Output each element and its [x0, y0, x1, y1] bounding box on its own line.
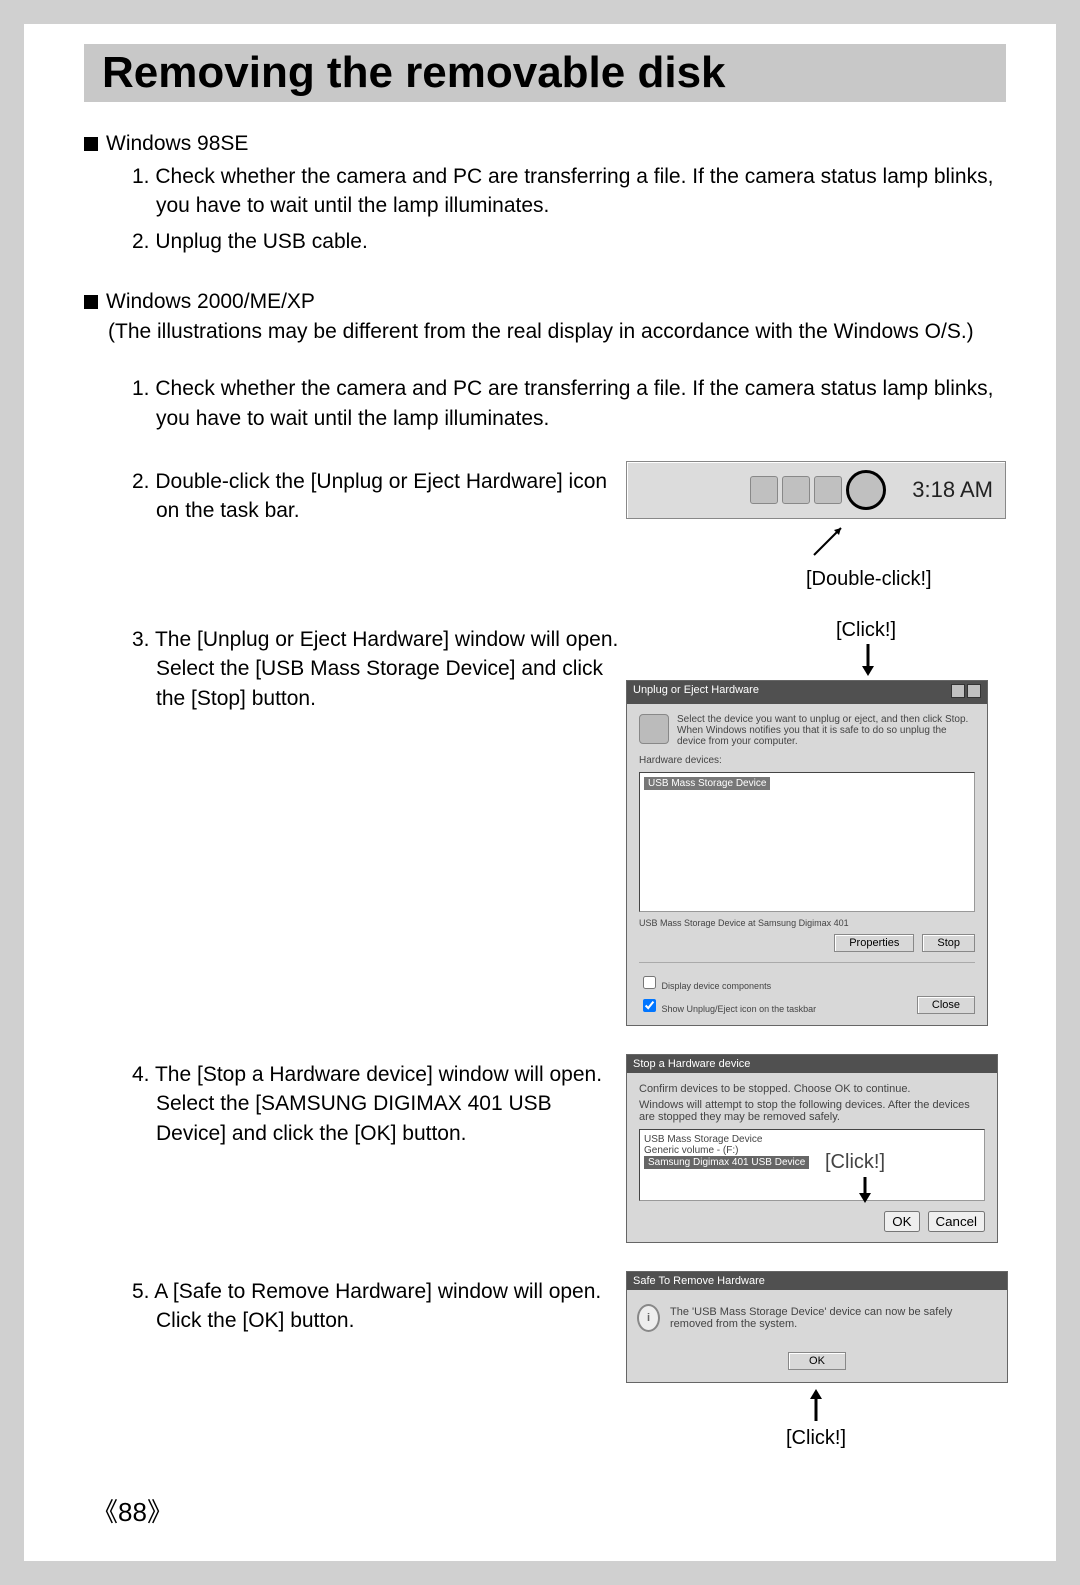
stop-button[interactable]: Stop: [922, 934, 975, 952]
display-icon: [814, 476, 842, 504]
eject-hardware-icon[interactable]: [846, 470, 886, 510]
help-icon[interactable]: [951, 684, 965, 698]
info-icon: i: [637, 1304, 660, 1332]
taskbar-screenshot: 3:18 AM: [626, 461, 1006, 519]
hardware-icon: [639, 714, 669, 744]
properties-button[interactable]: Properties: [834, 934, 914, 952]
w2000-step-4: 4. The [Stop a Hardware device] window w…: [132, 1060, 626, 1148]
taskbar-clock: 3:18 AM: [912, 477, 993, 503]
w2000-step-1: 1. Check whether the camera and PC are t…: [132, 374, 1006, 433]
dialog1-title: Unplug or Eject Hardware: [633, 684, 759, 701]
dialog1-desc: Select the device you want to unplug or …: [677, 714, 975, 747]
page-title: Removing the removable disk: [102, 48, 988, 98]
hardware-list[interactable]: USB Mass Storage Device: [639, 772, 975, 912]
device-list[interactable]: USB Mass Storage Device Generic volume -…: [639, 1129, 985, 1201]
os-note: (The illustrations may be different from…: [108, 320, 1006, 344]
safe-remove-dialog: Safe To Remove Hardware i The 'USB Mass …: [626, 1271, 1008, 1383]
dialog3-title: Safe To Remove Hardware: [633, 1275, 765, 1287]
arrow-down-icon: [855, 1175, 875, 1205]
stop-hardware-dialog: Stop a Hardware device Confirm devices t…: [626, 1054, 998, 1243]
show-icon-checkbox[interactable]: [643, 999, 656, 1012]
device-list-selected[interactable]: Samsung Digimax 401 USB Device: [644, 1156, 809, 1169]
ok-button[interactable]: OK: [788, 1352, 846, 1370]
dialog1-list-label: Hardware devices:: [639, 755, 975, 766]
dialog2-desc: Confirm devices to be stopped. Choose OK…: [639, 1083, 985, 1095]
click-caption-1: [Click!]: [836, 619, 896, 641]
volume-icon: [750, 476, 778, 504]
arrow-down-icon: [858, 642, 878, 678]
cancel-button[interactable]: Cancel: [928, 1211, 986, 1232]
dialog3-msg: The 'USB Mass Storage Device' device can…: [670, 1306, 997, 1330]
ok-button[interactable]: OK: [884, 1211, 919, 1232]
hardware-list-selected[interactable]: USB Mass Storage Device: [644, 777, 770, 790]
section-98se-heading: Windows 98SE: [84, 132, 1006, 156]
page-title-block: Removing the removable disk: [84, 44, 1006, 102]
unplug-dialog: Unplug or Eject Hardware Select the devi…: [626, 680, 988, 1026]
device-list-item-1[interactable]: USB Mass Storage Device: [644, 1134, 980, 1145]
bullet-icon: [84, 295, 98, 309]
arrow-diagonal-icon: [806, 523, 846, 563]
dialog2-desc2: Windows will attempt to stop the followi…: [639, 1099, 985, 1123]
click-caption-2: [Click!]: [825, 1151, 885, 1174]
device-list-item-2[interactable]: Generic volume - (F:): [644, 1145, 980, 1156]
display-components-checkbox[interactable]: [643, 976, 656, 989]
bullet-icon: [84, 137, 98, 151]
page-number: 88: [92, 1492, 173, 1529]
section-2000-heading: Windows 2000/ME/XP: [84, 290, 1006, 314]
dialog1-footer: USB Mass Storage Device at Samsung Digim…: [639, 918, 975, 928]
w2000-step-3: 3. The [Unplug or Eject Hardware] window…: [132, 625, 626, 713]
w98-step-1: 1. Check whether the camera and PC are t…: [132, 162, 1006, 221]
w2000-step-2: 2. Double-click the [Unplug or Eject Har…: [132, 467, 626, 526]
arrow-up-icon: [806, 1387, 826, 1423]
dialog2-title: Stop a Hardware device: [633, 1058, 750, 1070]
close-icon[interactable]: [967, 684, 981, 698]
close-button[interactable]: Close: [917, 996, 975, 1014]
click-caption-3: [Click!]: [786, 1427, 846, 1450]
w98-step-2: 2. Unplug the USB cable.: [132, 227, 1006, 256]
w2000-step-5: 5. A [Safe to Remove Hardware] window wi…: [132, 1277, 626, 1336]
network-icon: [782, 476, 810, 504]
doubleclick-caption: [Double-click!]: [806, 568, 1006, 591]
